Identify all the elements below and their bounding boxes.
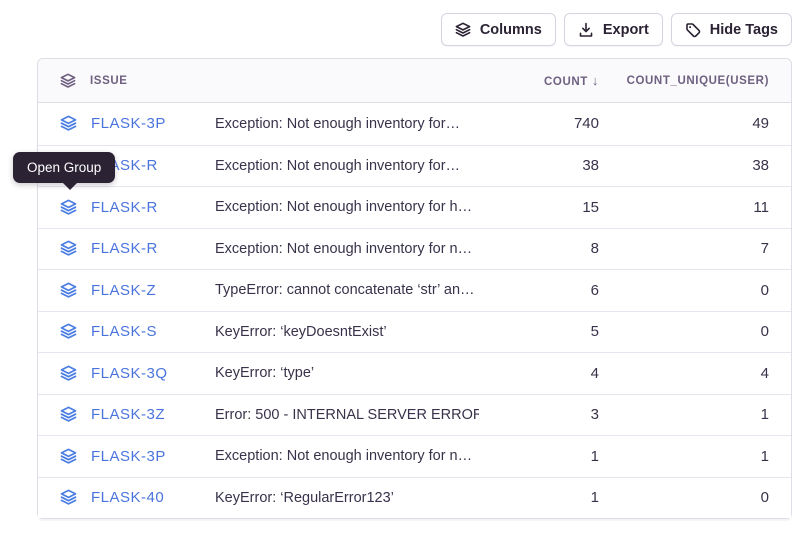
- export-button[interactable]: Export: [564, 13, 663, 46]
- count-value: 4: [479, 365, 599, 382]
- count-value: 1: [479, 489, 599, 506]
- issue-link[interactable]: FLASK-S: [91, 323, 157, 340]
- table-row: FLASK-3Q KeyError: ‘type’ 4 4: [38, 352, 791, 394]
- count-value: 3: [479, 406, 599, 423]
- count-unique-value: 0: [599, 282, 769, 299]
- hide-tags-button-label: Hide Tags: [710, 22, 778, 38]
- count-value: 15: [479, 199, 599, 216]
- issue-title: Error: 500 - INTERNAL SERVER ERROR: [215, 407, 479, 423]
- issue-link[interactable]: FLASK-Z: [91, 282, 156, 299]
- table-row: FLASK-40 KeyError: ‘RegularError123’ 1 0: [38, 477, 791, 519]
- columns-button-label: Columns: [480, 22, 542, 38]
- issue-cell: FLASK-3P: [38, 448, 215, 465]
- issue-cell: FLASK-3Q: [38, 365, 215, 382]
- issue-title: KeyError: ‘RegularError123’: [215, 490, 479, 506]
- table-row: FLASK-3P Exception: Not enough inventory…: [38, 103, 791, 145]
- issue-cell: FLASK-Z: [38, 282, 215, 299]
- count-unique-value: 11: [599, 199, 769, 216]
- stack-icon[interactable]: [60, 199, 77, 216]
- column-header-count-unique[interactable]: COUNT_UNIQUE(USER): [599, 75, 769, 87]
- count-value: 6: [479, 282, 599, 299]
- toolbar: Columns Export Hide Tags: [441, 13, 792, 46]
- issue-cell: FLASK-R: [38, 240, 215, 257]
- table-row: FLASK-3Z Error: 500 - INTERNAL SERVER ER…: [38, 394, 791, 436]
- table-header-row: ISSUE COUNT ↓ COUNT_UNIQUE(USER): [38, 59, 791, 103]
- column-header-issue[interactable]: ISSUE: [38, 73, 215, 89]
- issue-title: TypeError: cannot concatenate ‘str’ an…: [215, 282, 479, 298]
- count-unique-value: 38: [599, 157, 769, 174]
- stack-icon[interactable]: [60, 282, 77, 299]
- count-value: 38: [479, 157, 599, 174]
- issue-title: Exception: Not enough inventory for h…: [215, 199, 479, 215]
- count-value: 8: [479, 240, 599, 257]
- issues-table: ISSUE COUNT ↓ COUNT_UNIQUE(USER) FLASK-3P…: [37, 58, 792, 519]
- stack-icon[interactable]: [60, 240, 77, 257]
- tooltip-label: Open Group: [27, 160, 101, 175]
- stack-icon[interactable]: [60, 365, 77, 382]
- count-unique-value: 49: [599, 115, 769, 132]
- export-button-label: Export: [603, 22, 649, 38]
- issue-title: Exception: Not enough inventory for n…: [215, 241, 479, 257]
- count-unique-value: 7: [599, 240, 769, 257]
- stack-icon[interactable]: [60, 406, 77, 423]
- count-unique-value: 4: [599, 365, 769, 382]
- issue-title: Exception: Not enough inventory for n…: [215, 448, 479, 464]
- stack-icon[interactable]: [60, 323, 77, 340]
- table-row: FLASK-R Exception: Not enough inventory …: [38, 228, 791, 270]
- issue-title: KeyError: ‘keyDoesntExist’: [215, 324, 479, 340]
- stack-icon[interactable]: [60, 489, 77, 506]
- tag-icon: [685, 22, 701, 38]
- issue-link[interactable]: FLASK-40: [91, 489, 164, 506]
- table-row: FLASK-R Exception: Not enough inventory …: [38, 186, 791, 228]
- stack-icon: [60, 73, 76, 89]
- issue-title: KeyError: ‘type’: [215, 365, 479, 381]
- issue-link[interactable]: FLASK-3P: [91, 115, 166, 132]
- issue-cell: FLASK-S: [38, 323, 215, 340]
- issue-link[interactable]: FLASK-3Z: [91, 406, 165, 423]
- table-row: FLASK-Z TypeError: cannot concatenate ‘s…: [38, 269, 791, 311]
- issue-cell: FLASK-3P: [38, 115, 215, 132]
- download-icon: [578, 22, 594, 38]
- count-column-label: COUNT: [544, 76, 588, 88]
- issue-link[interactable]: FLASK-R: [91, 240, 158, 257]
- stack-icon[interactable]: [60, 115, 77, 132]
- issue-link[interactable]: FLASK-3P: [91, 448, 166, 465]
- count-value: 740: [479, 115, 599, 132]
- issue-cell: FLASK-R: [38, 199, 215, 216]
- issue-title: Exception: Not enough inventory for…: [215, 116, 479, 132]
- issue-cell: FLASK-40: [38, 489, 215, 506]
- issue-cell: FLASK-3Z: [38, 406, 215, 423]
- count-value: 1: [479, 448, 599, 465]
- count-unique-value: 1: [599, 406, 769, 423]
- table-row: FLASK-3P Exception: Not enough inventory…: [38, 435, 791, 477]
- count-unique-value: 0: [599, 323, 769, 340]
- table-row: FLASK-R Exception: Not enough inventory …: [38, 145, 791, 187]
- issue-link[interactable]: FLASK-3Q: [91, 365, 168, 382]
- columns-button[interactable]: Columns: [441, 13, 556, 46]
- tooltip: Open Group: [13, 152, 115, 183]
- stack-icon: [455, 22, 471, 38]
- issue-title: Exception: Not enough inventory for…: [215, 158, 479, 174]
- stack-icon[interactable]: [60, 448, 77, 465]
- hide-tags-button[interactable]: Hide Tags: [671, 13, 792, 46]
- count-unique-column-label: COUNT_UNIQUE(USER): [627, 75, 769, 87]
- column-header-count[interactable]: COUNT ↓: [479, 73, 599, 88]
- issue-link[interactable]: FLASK-R: [91, 199, 158, 216]
- count-unique-value: 0: [599, 489, 769, 506]
- count-unique-value: 1: [599, 448, 769, 465]
- sort-descending-icon: ↓: [592, 73, 599, 88]
- tooltip-arrow: [63, 183, 77, 197]
- issue-column-label: ISSUE: [90, 75, 128, 87]
- count-value: 5: [479, 323, 599, 340]
- table-row: FLASK-S KeyError: ‘keyDoesntExist’ 5 0: [38, 311, 791, 353]
- table-body: FLASK-3P Exception: Not enough inventory…: [38, 103, 791, 518]
